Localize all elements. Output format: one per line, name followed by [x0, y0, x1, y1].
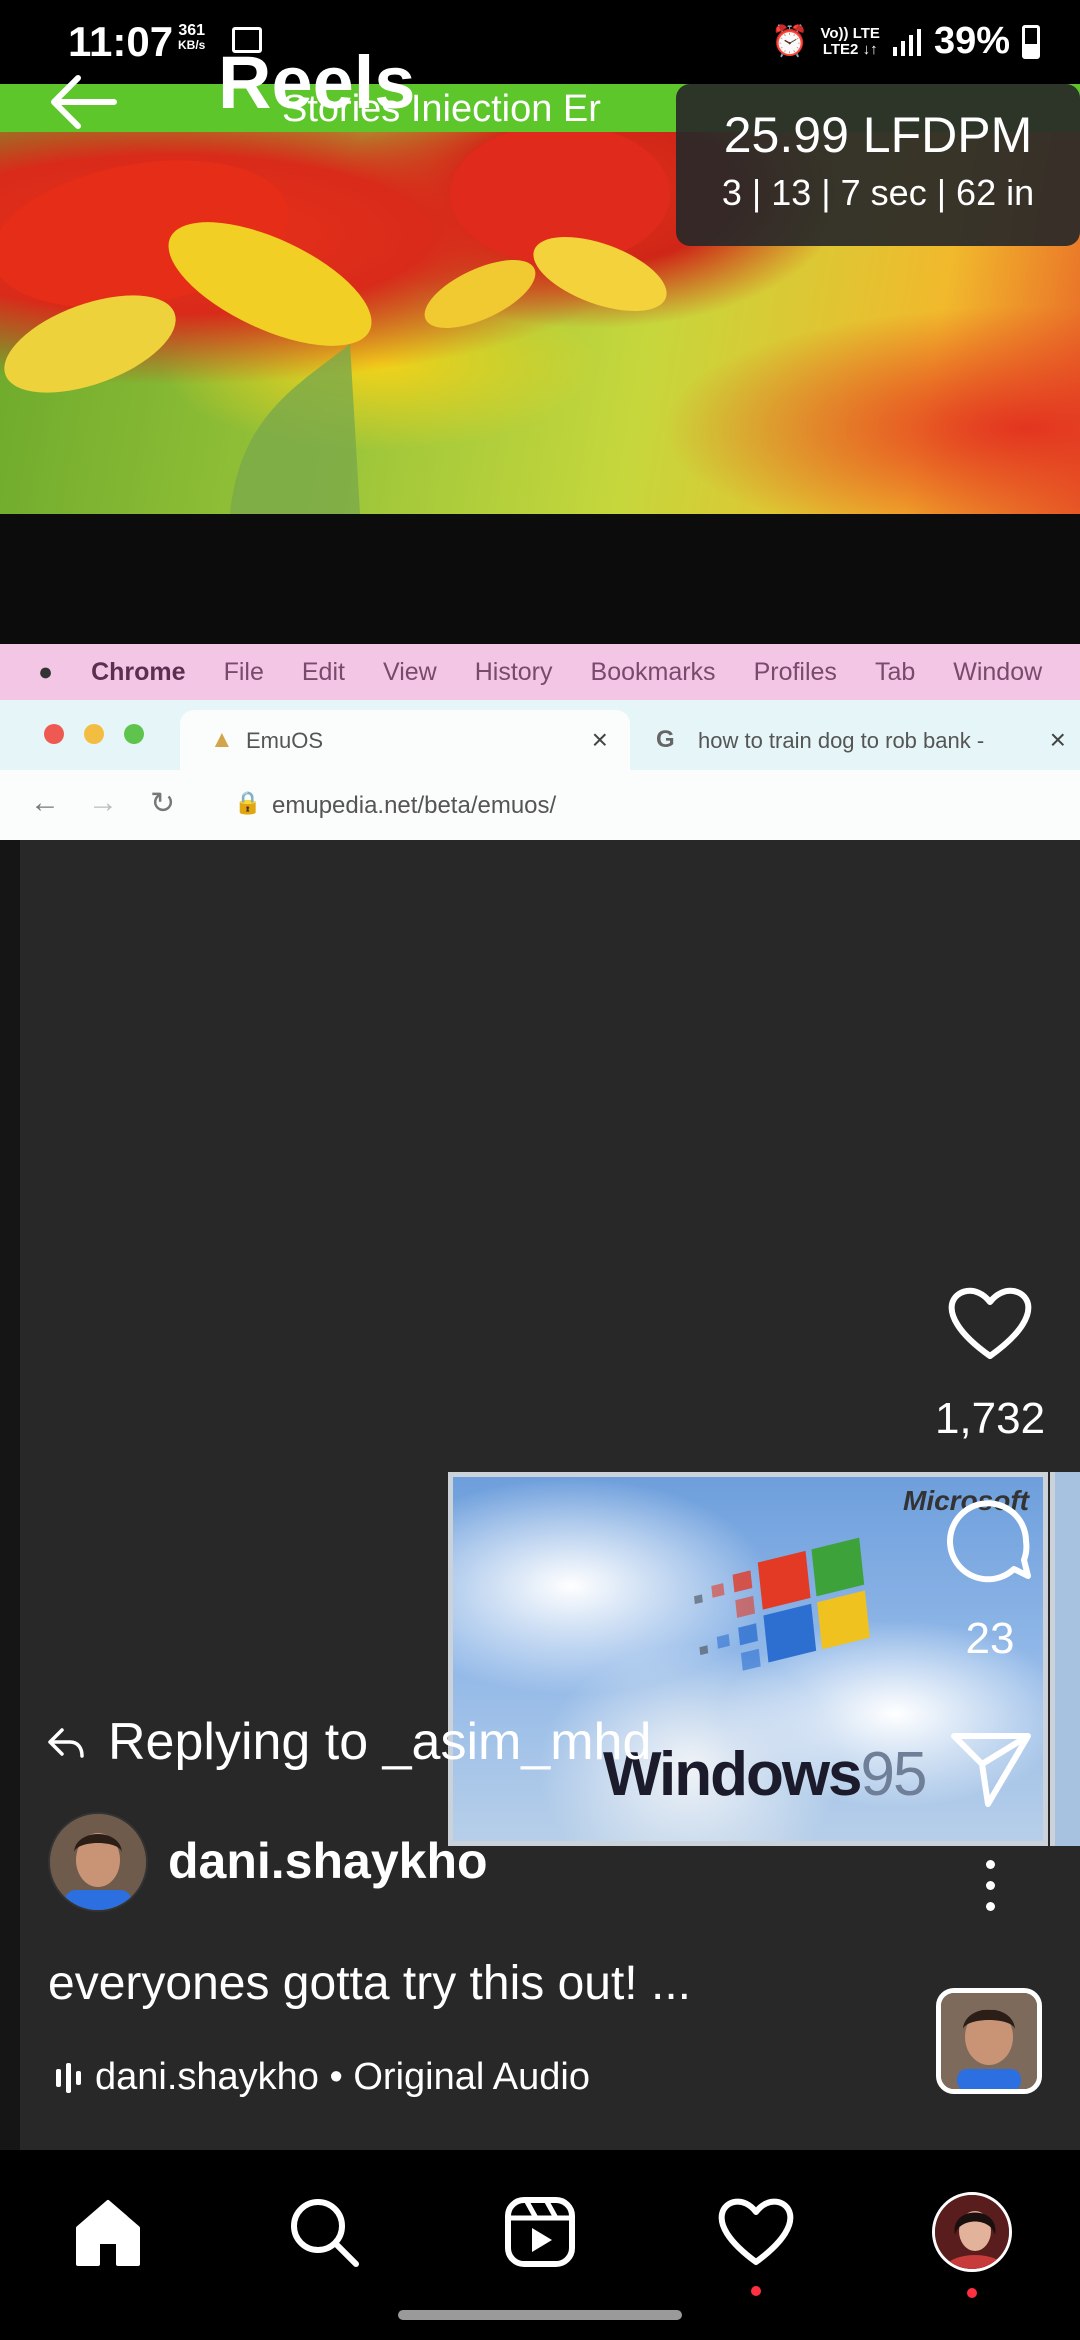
video-dark-band: [0, 514, 1080, 644]
reply-arrow-icon: [48, 1728, 84, 1758]
reel-video[interactable]: Stories Iniection Er ● Chrome File Edit …: [0, 84, 1080, 2150]
browser-tabstrip: ▲ EmuOS × G how to train dog to rob bank…: [0, 700, 1080, 770]
tab-label: how to train dog to rob bank -: [698, 728, 985, 753]
browser-addressbar: ← → ↻ 🔒 emupedia.net/beta/emuos/: [0, 770, 1080, 843]
fps-sub-values: 3 | 13 | 7 sec | 62 in: [721, 172, 1035, 213]
paper-plane-icon[interactable]: [948, 1724, 1032, 1808]
status-time: 11:07: [68, 18, 174, 65]
apple-icon: ●: [38, 657, 54, 686]
win95-version: 95: [860, 1740, 928, 1809]
network-line2: LTE2 ↓↑: [822, 40, 878, 58]
reel-caption[interactable]: everyones gotta try this out! ...: [48, 1956, 691, 2011]
menu-chrome: Chrome: [91, 657, 186, 686]
audio-attribution[interactable]: dani.shaykho • Original Audio: [56, 2056, 590, 2099]
menu-history: History: [474, 657, 553, 686]
browser-tab-emuos: ▲ EmuOS ×: [180, 710, 630, 770]
browser-reload-icon: ↻: [150, 787, 176, 820]
minimize-window-dot: [84, 724, 104, 744]
author-username[interactable]: dani.shaykho: [168, 1832, 488, 1890]
tab-close-icon: ×: [1049, 724, 1066, 755]
tab-close-icon: ×: [591, 724, 608, 755]
search-icon[interactable]: [284, 2192, 364, 2272]
menu-window: Window: [953, 657, 1043, 686]
fps-main-value: 25.99 LFDPM: [723, 107, 1033, 163]
home-icon[interactable]: [68, 2192, 148, 2272]
battery-icon: [1022, 24, 1040, 59]
comment-bubble-icon[interactable]: [944, 1496, 1034, 1586]
heart-activity-icon[interactable]: [716, 2192, 796, 2272]
fps-overlay: 25.99 LFDPM 3 | 13 | 7 sec | 62 in: [676, 84, 1080, 246]
network-line1: Vo)) LTE: [820, 24, 880, 42]
menu-file: File: [223, 657, 264, 686]
comment-count: 23: [965, 1614, 1015, 1663]
browser-forward-icon: →: [88, 786, 118, 819]
tab-label: EmuOS: [246, 728, 324, 753]
status-bar: 11:07 361 KB/s ⏰ Vo)) LTE LTE2 ↓↑ 39%: [0, 0, 1080, 84]
like-count: 1,732: [934, 1394, 1046, 1443]
alarm-icon: ⏰: [771, 25, 809, 58]
heart-icon[interactable]: [946, 1282, 1034, 1362]
maximize-window-dot: [124, 724, 144, 744]
back-arrow-icon[interactable]: [44, 62, 124, 142]
close-window-dot: [44, 724, 64, 744]
emuos-favicon-icon: ▲: [210, 726, 234, 753]
profile-notification-dot: [967, 2288, 977, 2298]
menu-tab: Tab: [874, 657, 916, 686]
page-title: Reels: [218, 41, 416, 124]
windows-flag-icon: [694, 1537, 870, 1671]
browser-url: emupedia.net/beta/emuos/: [272, 792, 557, 819]
menu-profiles: Profiles: [753, 657, 837, 686]
audio-thumbnail[interactable]: [936, 1988, 1042, 2094]
profile-avatar-image: [935, 2195, 1009, 2269]
reply-text: Replying to _asim_mhd: [108, 1713, 652, 1771]
network-speed-unit: KB/s: [178, 38, 206, 52]
author-avatar[interactable]: [48, 1812, 148, 1912]
mac-menubar: ● Chrome File Edit View History Bookmark…: [0, 644, 1080, 700]
browser-back-icon: ←: [30, 786, 60, 819]
activity-notification-dot: [751, 2286, 761, 2296]
google-favicon-icon: G: [656, 726, 675, 753]
network-type: Vo)) LTE LTE2 ↓↑: [820, 24, 880, 58]
menu-edit: Edit: [301, 657, 345, 686]
more-vertical-icon[interactable]: [972, 1860, 1008, 1930]
audio-wave-icon: [56, 2062, 81, 2093]
lock-icon: 🔒: [234, 790, 262, 815]
audio-thumbnail-face: [941, 1993, 1037, 2089]
audio-label: dani.shaykho • Original Audio: [95, 2056, 590, 2098]
status-indicators: ⏰ Vo)) LTE LTE2 ↓↑ 39%: [771, 20, 1040, 63]
profile-avatar[interactable]: [932, 2192, 1012, 2272]
browser-tab-search: G how to train dog to rob bank - ×: [640, 710, 1080, 770]
author-avatar-face: [50, 1814, 146, 1910]
network-speed-value: 361: [178, 22, 206, 39]
menu-view: View: [382, 657, 437, 686]
gesture-bar[interactable]: [398, 2310, 682, 2320]
reply-row[interactable]: Replying to _asim_mhd: [46, 1712, 651, 1772]
signal-icon: [892, 28, 921, 56]
video-edge: [0, 840, 20, 2150]
menu-bookmarks: Bookmarks: [590, 657, 716, 686]
network-speed: 361 KB/s: [178, 22, 205, 51]
reels-icon[interactable]: [500, 2192, 580, 2272]
battery-percent: 39%: [933, 20, 1010, 62]
